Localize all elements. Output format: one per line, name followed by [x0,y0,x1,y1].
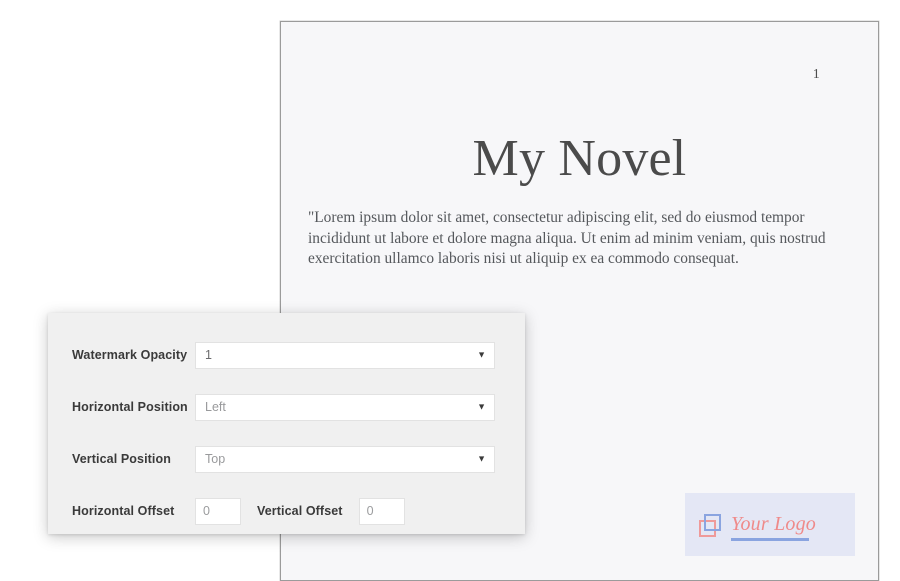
row-vertical-position: Vertical Position Top ▼ [60,433,495,485]
label-col-horizontal-position: Horizontal Position [60,398,195,416]
label-horizontal-position: Horizontal Position [72,400,188,414]
chevron-down-icon[interactable]: ▼ [477,454,486,464]
select-horizontal-position[interactable]: Left ▼ [195,393,495,421]
row-watermark-opacity: Watermark Opacity 1 ▼ [60,329,495,381]
watermark-settings-panel: Watermark Opacity 1 ▼ Horizontal Positio… [48,313,525,534]
watermark-block[interactable]: Your Logo [685,493,855,556]
label-horizontal-offset: Horizontal Offset [72,504,175,518]
watermark-logo-icon [699,511,725,539]
vertical-offset-input[interactable]: 0 [358,497,405,525]
watermark-underline [731,538,809,541]
label-col-horizontal-offset: Horizontal Offset [60,502,195,520]
watermark-text-wrap: Your Logo [731,513,816,541]
select-watermark-opacity[interactable]: 1 ▼ [195,341,495,369]
document-body-text: "Lorem ipsum dolor sit amet, consectetur… [308,209,826,267]
select-value-horizontal-position: Left [205,399,226,414]
row-offsets: Horizontal Offset 0 Vertical Offset 0 [60,485,495,537]
label-vertical-offset: Vertical Offset [257,504,343,518]
page-number: 1 [812,67,820,82]
row-horizontal-position: Horizontal Position Left ▼ [60,381,495,433]
app-root: 1 My Novel "Lorem ipsum dolor sit amet, … [0,0,900,581]
label-col-vertical-position: Vertical Position [60,450,195,468]
chevron-down-icon[interactable]: ▼ [477,350,486,360]
horizontal-offset-input[interactable]: 0 [195,497,241,525]
document-title: My Novel [472,130,687,187]
select-vertical-position[interactable]: Top ▼ [195,445,495,473]
select-value-watermark-opacity: 1 [205,347,212,362]
blue-square-icon [704,513,721,531]
label-col-opacity: Watermark Opacity [60,346,195,364]
select-value-vertical-position: Top [205,451,226,466]
watermark-text: Your Logo [731,513,816,535]
chevron-down-icon[interactable]: ▼ [477,402,486,412]
label-vertical-position: Vertical Position [72,452,171,466]
label-watermark-opacity: Watermark Opacity [72,348,188,362]
label-col-vertical-offset: Vertical Offset [257,502,359,520]
